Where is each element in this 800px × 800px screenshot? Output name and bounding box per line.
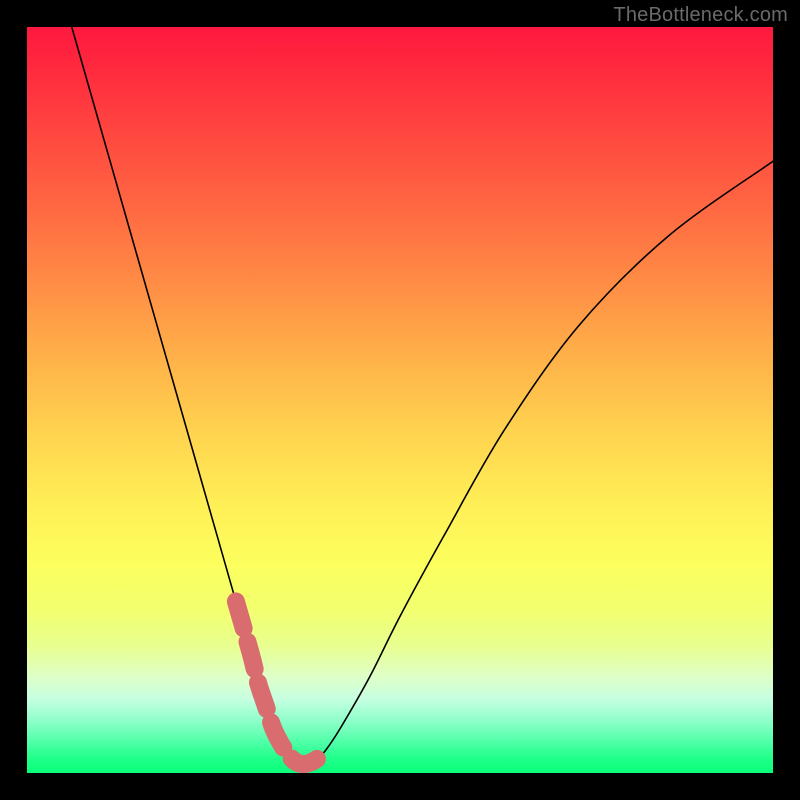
watermark-text: TheBottleneck.com	[613, 4, 788, 27]
curve-line	[72, 27, 773, 764]
curve-svg	[27, 27, 773, 773]
plot-area	[27, 27, 773, 773]
highlight-segment	[236, 601, 326, 764]
chart-frame: TheBottleneck.com	[0, 0, 800, 800]
